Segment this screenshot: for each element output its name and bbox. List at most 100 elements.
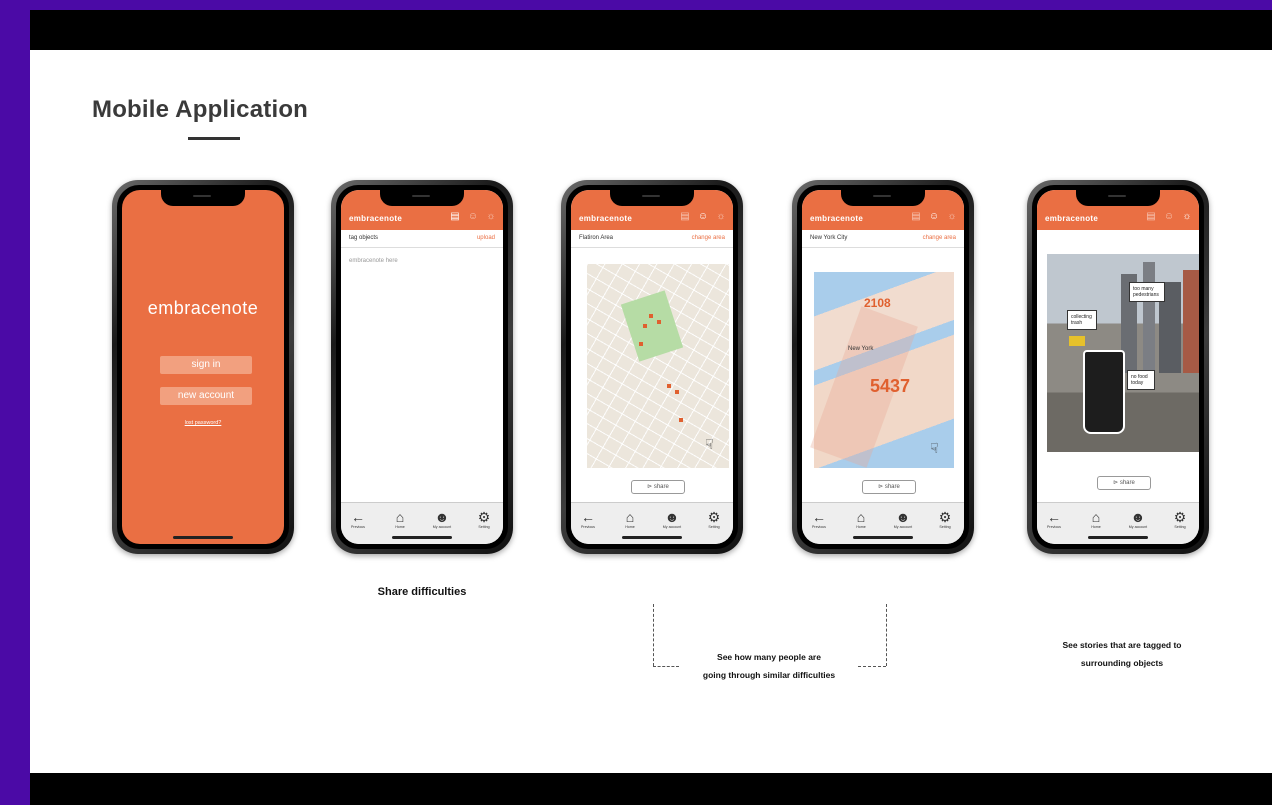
note-icon[interactable]: ▤ [1145,211,1157,223]
notch [161,190,245,206]
phone-stories: embracenote ▤ ☺ ☼ collecting trash too m… [1027,180,1209,554]
back-arrow-icon: ← [812,509,826,525]
nav-home[interactable]: ⌂ Home [846,509,876,529]
map-marker[interactable] [649,314,653,318]
connector-line [858,666,886,667]
nav-account[interactable]: ☻ My account [888,509,918,529]
map-marker[interactable] [667,384,671,388]
note-input[interactable]: embracenote here [349,258,398,264]
story-bubble[interactable]: collecting trash [1067,310,1097,330]
home-icon: ⌂ [1091,509,1101,525]
login-screen: embracenote sign in new account lost pas… [122,190,284,544]
people-icon[interactable]: ☺ [697,211,709,223]
lightbulb-icon[interactable]: ☼ [946,211,958,223]
gear-icon: ⚙ [707,509,721,525]
connector-line [653,604,654,666]
nav-home[interactable]: ⌂ Home [1081,509,1111,529]
nav-account[interactable]: ☻ My account [657,509,687,529]
map-label: New York [848,346,874,352]
person-icon: ☻ [434,509,450,525]
nav-setting[interactable]: ⚙ Setting [699,509,729,529]
flatiron-map[interactable]: ☟ [587,264,729,468]
park-area [620,290,684,362]
sub-header: tag objects upload [341,230,503,248]
home-indicator [622,536,682,539]
nav-home[interactable]: ⌂ Home [385,509,415,529]
gear-icon: ⚙ [1173,509,1187,525]
new-account-button[interactable]: new account [160,387,252,405]
trash-bin [1083,350,1125,434]
app-logo: embracenote [147,298,259,318]
notch [380,190,464,206]
home-icon: ⌂ [856,509,866,525]
note-icon[interactable]: ▤ [679,211,691,223]
story-bubble[interactable]: too many pedestrians [1129,282,1165,302]
nyc-screen: embracenote ▤ ☺ ☼ New York City change a… [802,190,964,544]
tag-screen: embracenote ▤ ☺ ☼ tag objects upload emb… [341,190,503,544]
connector-line [653,666,679,667]
note-icon[interactable]: ▤ [910,211,922,223]
map-marker[interactable] [643,324,647,328]
share-button[interactable]: ⊳ share [862,480,916,494]
share-button[interactable]: ⊳ share [1097,476,1151,490]
people-icon[interactable]: ☺ [928,211,940,223]
map-marker[interactable] [675,390,679,394]
map-marker[interactable] [639,342,643,346]
area-name: New York City [810,235,848,241]
pointer-hand-icon: ☟ [930,440,939,456]
lightbulb-icon[interactable]: ☼ [1181,211,1193,223]
sub-header: Flatiron Area change area [571,230,733,248]
home-icon: ⌂ [625,509,635,525]
nav-setting[interactable]: ⚙ Setting [469,509,499,529]
top-band [30,10,1272,50]
people-icon[interactable]: ☺ [1163,211,1175,223]
share-button[interactable]: ⊳ share [631,480,685,494]
upload-link[interactable]: upload [477,235,495,241]
sign-in-button[interactable]: sign in [160,356,252,374]
title-underline [188,137,240,140]
app-brand: embracenote [349,214,403,223]
people-icon[interactable]: ☺ [467,211,479,223]
building [1143,261,1155,373]
nav-account[interactable]: ☻ My account [1123,509,1153,529]
lightbulb-icon[interactable]: ☼ [485,211,497,223]
nav-previous[interactable]: ← Previous [573,509,603,529]
nav-previous[interactable]: ← Previous [343,509,373,529]
share-icon: ⊳ [647,484,654,490]
nyc-map[interactable]: 2108 New York 5437 ☟ [814,272,954,468]
street-photo[interactable]: collecting trash too many pedestrians no… [1047,254,1199,452]
change-area-link[interactable]: change area [692,235,725,241]
story-bubble[interactable]: no food today [1127,370,1155,390]
pointer-hand-icon: ☟ [705,436,714,452]
home-indicator [392,536,452,539]
home-indicator [173,536,233,539]
bottom-band [30,773,1272,805]
share-icon: ⊳ [878,484,885,490]
nav-home[interactable]: ⌂ Home [615,509,645,529]
notch [841,190,925,206]
phone-flatiron: embracenote ▤ ☺ ☼ Flatiron Area change a… [561,180,743,554]
stories-screen: embracenote ▤ ☺ ☼ collecting trash too m… [1037,190,1199,544]
gear-icon: ⚙ [938,509,952,525]
notch [610,190,694,206]
lightbulb-icon[interactable]: ☼ [715,211,727,223]
change-area-link[interactable]: change area [923,235,956,241]
app-brand: embracenote [810,214,864,223]
lost-password-link[interactable]: lost password? [122,420,284,426]
count-manhattan: 2108 [864,296,891,310]
flatiron-screen: embracenote ▤ ☺ ☼ Flatiron Area change a… [571,190,733,544]
share-icon: ⊳ [1113,480,1120,486]
nav-setting[interactable]: ⚙ Setting [930,509,960,529]
sub-title: tag objects [349,235,379,241]
nav-previous[interactable]: ← Previous [804,509,834,529]
nav-setting[interactable]: ⚙ Setting [1165,509,1195,529]
app-brand: embracenote [1045,214,1099,223]
nav-account[interactable]: ☻ My account [427,509,457,529]
map-marker[interactable] [679,418,683,422]
caption-stories: See stories that are tagged to surroundi… [1062,640,1182,668]
map-marker[interactable] [657,320,661,324]
note-icon[interactable]: ▤ [449,211,461,223]
caption-see-many: See how many people are going through si… [702,652,836,680]
page-title: Mobile Application [92,96,309,123]
nav-previous[interactable]: ← Previous [1039,509,1069,529]
